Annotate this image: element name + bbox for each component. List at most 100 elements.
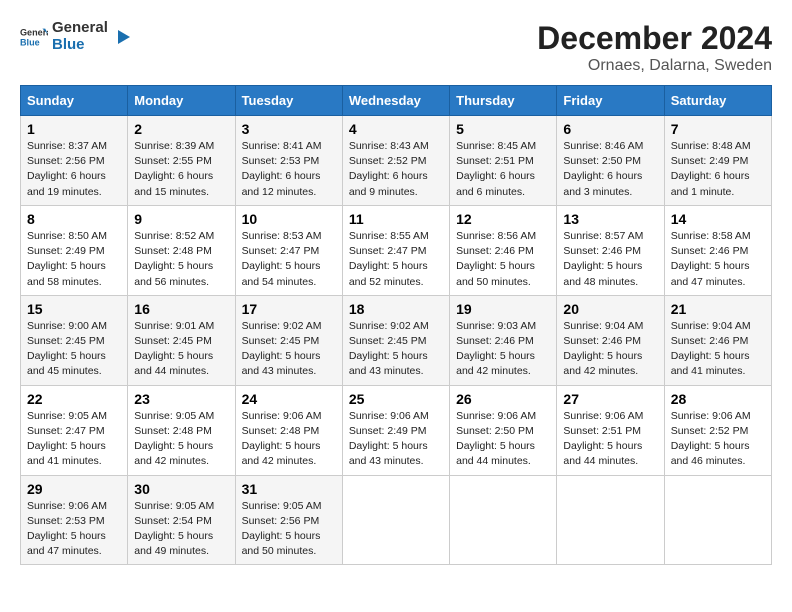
calendar-cell: 27 Sunrise: 9:06 AMSunset: 2:51 PMDaylig… bbox=[557, 385, 664, 475]
day-info: Sunrise: 9:06 AMSunset: 2:51 PMDaylight:… bbox=[563, 410, 643, 468]
day-number: 21 bbox=[671, 301, 765, 317]
header-friday: Friday bbox=[557, 86, 664, 116]
logo-blue-text: Blue bbox=[52, 37, 108, 54]
day-info: Sunrise: 8:55 AMSunset: 2:47 PMDaylight:… bbox=[349, 230, 429, 288]
calendar-cell: 29 Sunrise: 9:06 AMSunset: 2:53 PMDaylig… bbox=[21, 475, 128, 565]
calendar-cell: 26 Sunrise: 9:06 AMSunset: 2:50 PMDaylig… bbox=[450, 385, 557, 475]
calendar-cell: 7 Sunrise: 8:48 AMSunset: 2:49 PMDayligh… bbox=[664, 116, 771, 206]
day-info: Sunrise: 9:05 AMSunset: 2:54 PMDaylight:… bbox=[134, 500, 214, 558]
calendar-cell: 8 Sunrise: 8:50 AMSunset: 2:49 PMDayligh… bbox=[21, 205, 128, 295]
calendar-cell: 28 Sunrise: 9:06 AMSunset: 2:52 PMDaylig… bbox=[664, 385, 771, 475]
day-number: 5 bbox=[456, 121, 550, 137]
day-number: 3 bbox=[242, 121, 336, 137]
day-number: 19 bbox=[456, 301, 550, 317]
calendar-cell: 31 Sunrise: 9:05 AMSunset: 2:56 PMDaylig… bbox=[235, 475, 342, 565]
day-number: 18 bbox=[349, 301, 443, 317]
calendar-week-row: 22 Sunrise: 9:05 AMSunset: 2:47 PMDaylig… bbox=[21, 385, 772, 475]
calendar-cell bbox=[342, 475, 449, 565]
calendar-cell: 20 Sunrise: 9:04 AMSunset: 2:46 PMDaylig… bbox=[557, 295, 664, 385]
calendar-week-row: 8 Sunrise: 8:50 AMSunset: 2:49 PMDayligh… bbox=[21, 205, 772, 295]
day-number: 23 bbox=[134, 391, 228, 407]
day-info: Sunrise: 9:02 AMSunset: 2:45 PMDaylight:… bbox=[242, 320, 322, 378]
calendar-cell: 1 Sunrise: 8:37 AMSunset: 2:56 PMDayligh… bbox=[21, 116, 128, 206]
day-info: Sunrise: 9:00 AMSunset: 2:45 PMDaylight:… bbox=[27, 320, 107, 378]
header-wednesday: Wednesday bbox=[342, 86, 449, 116]
calendar-cell: 19 Sunrise: 9:03 AMSunset: 2:46 PMDaylig… bbox=[450, 295, 557, 385]
header-saturday: Saturday bbox=[664, 86, 771, 116]
calendar-cell: 3 Sunrise: 8:41 AMSunset: 2:53 PMDayligh… bbox=[235, 116, 342, 206]
calendar-cell: 5 Sunrise: 8:45 AMSunset: 2:51 PMDayligh… bbox=[450, 116, 557, 206]
day-number: 22 bbox=[27, 391, 121, 407]
day-info: Sunrise: 8:39 AMSunset: 2:55 PMDaylight:… bbox=[134, 140, 214, 198]
title-block: December 2024 Ornaes, Dalarna, Sweden bbox=[537, 20, 772, 75]
page-header: General Blue General Blue December 2024 … bbox=[20, 20, 772, 75]
page-subtitle: Ornaes, Dalarna, Sweden bbox=[537, 57, 772, 75]
day-info: Sunrise: 9:01 AMSunset: 2:45 PMDaylight:… bbox=[134, 320, 214, 378]
day-info: Sunrise: 8:37 AMSunset: 2:56 PMDaylight:… bbox=[27, 140, 107, 198]
calendar-week-row: 1 Sunrise: 8:37 AMSunset: 2:56 PMDayligh… bbox=[21, 116, 772, 206]
day-info: Sunrise: 9:04 AMSunset: 2:46 PMDaylight:… bbox=[563, 320, 643, 378]
day-number: 6 bbox=[563, 121, 657, 137]
day-info: Sunrise: 9:03 AMSunset: 2:46 PMDaylight:… bbox=[456, 320, 536, 378]
calendar-cell: 15 Sunrise: 9:00 AMSunset: 2:45 PMDaylig… bbox=[21, 295, 128, 385]
day-info: Sunrise: 8:56 AMSunset: 2:46 PMDaylight:… bbox=[456, 230, 536, 288]
calendar-cell: 9 Sunrise: 8:52 AMSunset: 2:48 PMDayligh… bbox=[128, 205, 235, 295]
day-info: Sunrise: 9:06 AMSunset: 2:52 PMDaylight:… bbox=[671, 410, 751, 468]
calendar-week-row: 29 Sunrise: 9:06 AMSunset: 2:53 PMDaylig… bbox=[21, 475, 772, 565]
calendar-cell: 24 Sunrise: 9:06 AMSunset: 2:48 PMDaylig… bbox=[235, 385, 342, 475]
calendar-cell: 30 Sunrise: 9:05 AMSunset: 2:54 PMDaylig… bbox=[128, 475, 235, 565]
day-info: Sunrise: 9:05 AMSunset: 2:47 PMDaylight:… bbox=[27, 410, 107, 468]
calendar-week-row: 15 Sunrise: 9:00 AMSunset: 2:45 PMDaylig… bbox=[21, 295, 772, 385]
day-number: 1 bbox=[27, 121, 121, 137]
day-info: Sunrise: 8:57 AMSunset: 2:46 PMDaylight:… bbox=[563, 230, 643, 288]
day-info: Sunrise: 8:53 AMSunset: 2:47 PMDaylight:… bbox=[242, 230, 322, 288]
day-info: Sunrise: 9:04 AMSunset: 2:46 PMDaylight:… bbox=[671, 320, 751, 378]
svg-text:Blue: Blue bbox=[20, 37, 40, 47]
calendar-cell: 6 Sunrise: 8:46 AMSunset: 2:50 PMDayligh… bbox=[557, 116, 664, 206]
day-number: 2 bbox=[134, 121, 228, 137]
header-monday: Monday bbox=[128, 86, 235, 116]
calendar-cell bbox=[450, 475, 557, 565]
logo-icon: General Blue bbox=[20, 23, 48, 51]
day-number: 30 bbox=[134, 481, 228, 497]
day-info: Sunrise: 8:46 AMSunset: 2:50 PMDaylight:… bbox=[563, 140, 643, 198]
calendar-cell: 21 Sunrise: 9:04 AMSunset: 2:46 PMDaylig… bbox=[664, 295, 771, 385]
calendar-cell: 17 Sunrise: 9:02 AMSunset: 2:45 PMDaylig… bbox=[235, 295, 342, 385]
calendar-cell: 16 Sunrise: 9:01 AMSunset: 2:45 PMDaylig… bbox=[128, 295, 235, 385]
day-info: Sunrise: 9:06 AMSunset: 2:49 PMDaylight:… bbox=[349, 410, 429, 468]
calendar-cell: 23 Sunrise: 9:05 AMSunset: 2:48 PMDaylig… bbox=[128, 385, 235, 475]
day-number: 9 bbox=[134, 211, 228, 227]
calendar-cell bbox=[557, 475, 664, 565]
day-info: Sunrise: 8:41 AMSunset: 2:53 PMDaylight:… bbox=[242, 140, 322, 198]
calendar-cell: 12 Sunrise: 8:56 AMSunset: 2:46 PMDaylig… bbox=[450, 205, 557, 295]
day-number: 17 bbox=[242, 301, 336, 317]
calendar-cell: 10 Sunrise: 8:53 AMSunset: 2:47 PMDaylig… bbox=[235, 205, 342, 295]
day-number: 15 bbox=[27, 301, 121, 317]
day-number: 11 bbox=[349, 211, 443, 227]
calendar-cell: 2 Sunrise: 8:39 AMSunset: 2:55 PMDayligh… bbox=[128, 116, 235, 206]
day-number: 7 bbox=[671, 121, 765, 137]
calendar-table: SundayMondayTuesdayWednesdayThursdayFrid… bbox=[20, 85, 772, 565]
calendar-cell bbox=[664, 475, 771, 565]
day-number: 13 bbox=[563, 211, 657, 227]
day-number: 16 bbox=[134, 301, 228, 317]
calendar-cell: 25 Sunrise: 9:06 AMSunset: 2:49 PMDaylig… bbox=[342, 385, 449, 475]
day-number: 24 bbox=[242, 391, 336, 407]
day-number: 20 bbox=[563, 301, 657, 317]
day-number: 29 bbox=[27, 481, 121, 497]
day-number: 31 bbox=[242, 481, 336, 497]
day-info: Sunrise: 8:52 AMSunset: 2:48 PMDaylight:… bbox=[134, 230, 214, 288]
calendar-cell: 13 Sunrise: 8:57 AMSunset: 2:46 PMDaylig… bbox=[557, 205, 664, 295]
header-tuesday: Tuesday bbox=[235, 86, 342, 116]
day-info: Sunrise: 9:06 AMSunset: 2:48 PMDaylight:… bbox=[242, 410, 322, 468]
day-info: Sunrise: 9:05 AMSunset: 2:48 PMDaylight:… bbox=[134, 410, 214, 468]
day-number: 28 bbox=[671, 391, 765, 407]
day-number: 26 bbox=[456, 391, 550, 407]
logo: General Blue General Blue bbox=[20, 20, 134, 53]
day-info: Sunrise: 8:58 AMSunset: 2:46 PMDaylight:… bbox=[671, 230, 751, 288]
day-info: Sunrise: 9:05 AMSunset: 2:56 PMDaylight:… bbox=[242, 500, 322, 558]
day-number: 8 bbox=[27, 211, 121, 227]
day-info: Sunrise: 8:43 AMSunset: 2:52 PMDaylight:… bbox=[349, 140, 429, 198]
calendar-header-row: SundayMondayTuesdayWednesdayThursdayFrid… bbox=[21, 86, 772, 116]
calendar-cell: 18 Sunrise: 9:02 AMSunset: 2:45 PMDaylig… bbox=[342, 295, 449, 385]
